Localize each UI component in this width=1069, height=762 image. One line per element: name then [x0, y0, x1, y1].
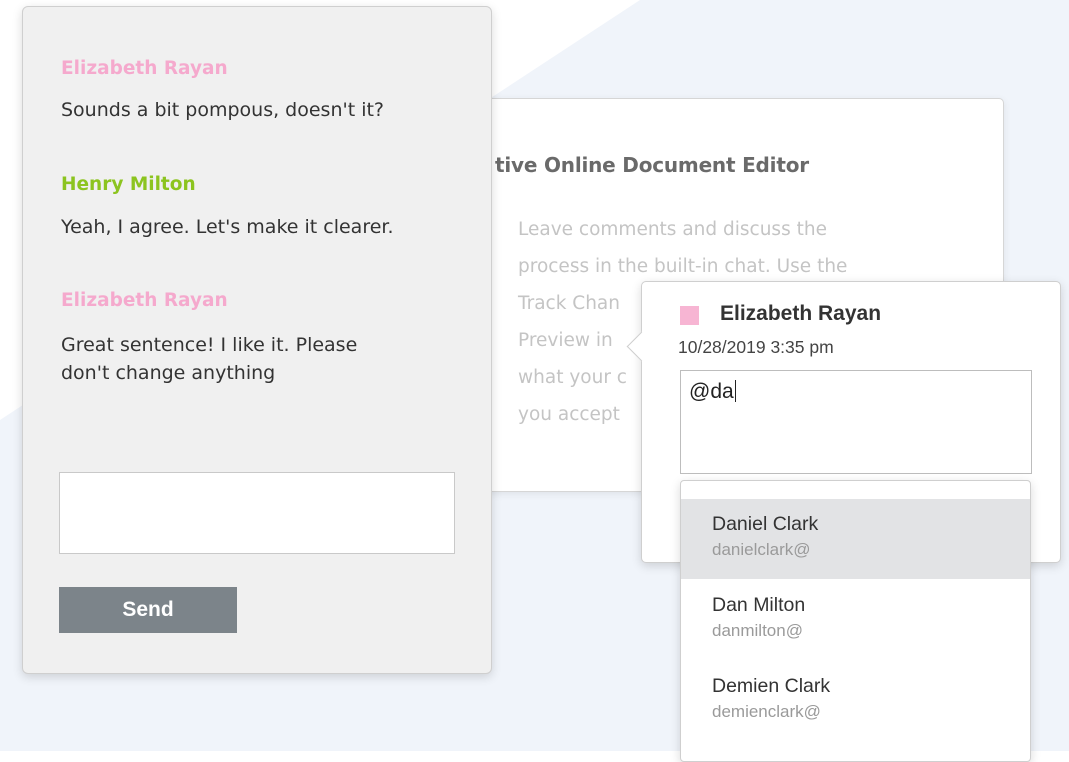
document-text-line: Track Chan	[518, 293, 620, 314]
chat-panel: Elizabeth Rayan Sounds a bit pompous, do…	[22, 6, 492, 674]
document-title: tive Online Document Editor	[495, 153, 809, 177]
document-text-line: Preview in	[518, 330, 613, 351]
message-text: Sounds a bit pompous, doesn't it?	[61, 99, 385, 121]
message-text: Yeah, I agree. Let's make it clearer.	[61, 216, 394, 238]
mention-option[interactable]: Demien Clark demienclark@	[681, 661, 1030, 741]
message-author: Elizabeth Rayan	[61, 58, 228, 79]
comment-input[interactable]: @da	[680, 370, 1032, 474]
document-text-line: process in the built-in chat. Use the	[518, 256, 848, 277]
comment-date: 10/28/2019 3:35 pm	[678, 337, 834, 357]
mention-option[interactable]: Daniel Clark danielclark@	[681, 499, 1030, 579]
document-text-line: Leave comments and discuss the	[518, 219, 827, 240]
send-button[interactable]: Send	[59, 587, 237, 633]
text-caret	[734, 380, 736, 402]
mention-name: Demien Clark	[712, 675, 831, 697]
comment-input-text: @da	[689, 380, 734, 403]
mention-option[interactable]: Dan Milton danmilton@	[681, 580, 1030, 660]
message-author: Henry Milton	[61, 174, 196, 195]
mention-handle: demienclark@	[712, 702, 821, 721]
mention-handle: danielclark@	[712, 540, 811, 559]
message-text: Great sentence! I like it. Please don't …	[61, 334, 358, 384]
mention-handle: danmilton@	[712, 621, 803, 640]
chat-message-input[interactable]	[59, 472, 455, 554]
author-color-swatch	[680, 306, 699, 325]
mention-dropdown: Daniel Clark danielclark@ Dan Milton dan…	[680, 480, 1031, 762]
mention-name: Daniel Clark	[712, 513, 819, 535]
document-text-line: what your c	[518, 367, 627, 388]
mention-name: Dan Milton	[712, 594, 806, 616]
message-author: Elizabeth Rayan	[61, 290, 228, 311]
comment-author: Elizabeth Rayan	[720, 302, 882, 325]
document-text-line: you accept	[518, 404, 620, 425]
